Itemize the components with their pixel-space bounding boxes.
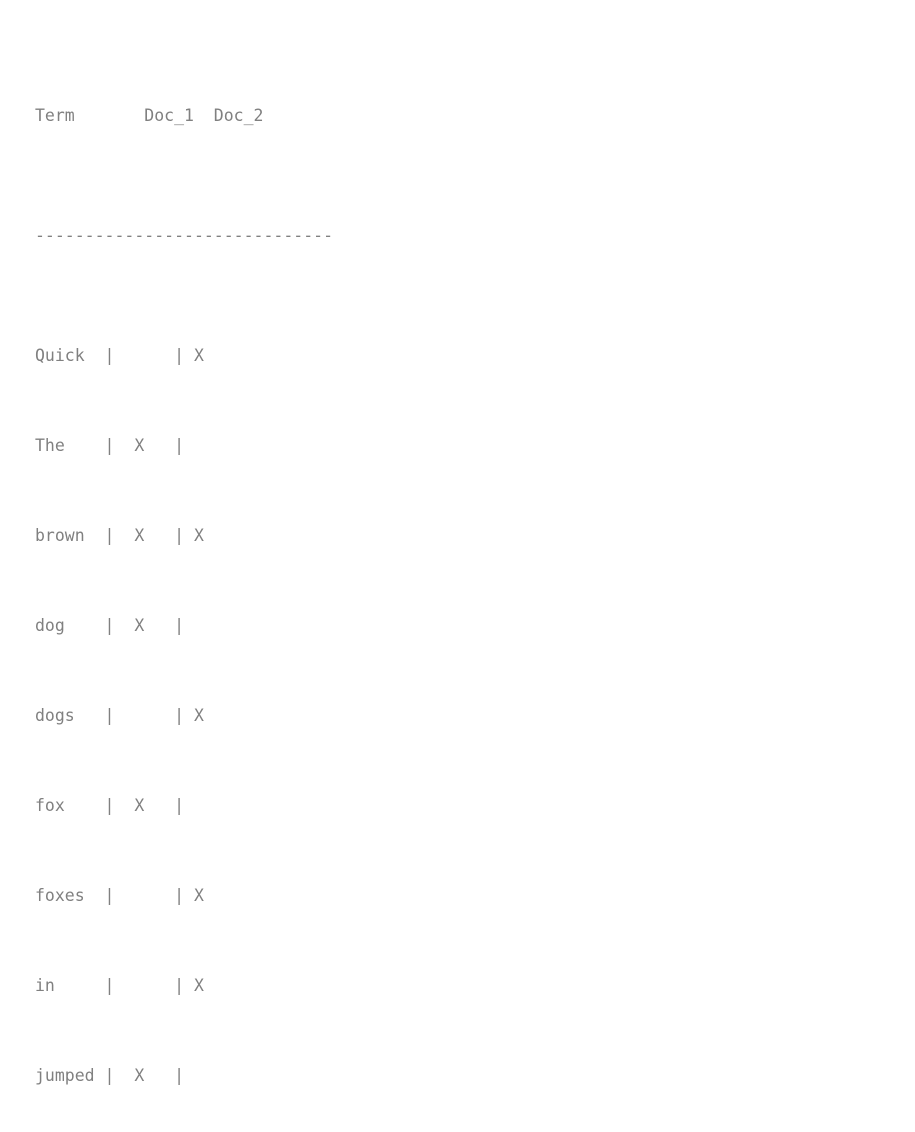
table-row: fox | X | [35,796,185,815]
table-row: dogs | | X [35,706,204,725]
term-document-matrix-output: Term Doc_1 Doc_2 -----------------------… [35,11,333,1132]
table-header-row: Term Doc_1 Doc_2 [35,106,264,125]
table-top-rule: ------------------------------ [35,226,334,245]
table-row: brown | X | X [35,526,204,545]
table-row: The | X | [35,436,185,455]
table-row: dog | X | [35,616,185,635]
table-row: foxes | | X [35,886,204,905]
table-row: in | | X [35,976,204,995]
table-row: Quick | | X [35,346,204,365]
table-row: jumped | X | [35,1066,185,1085]
